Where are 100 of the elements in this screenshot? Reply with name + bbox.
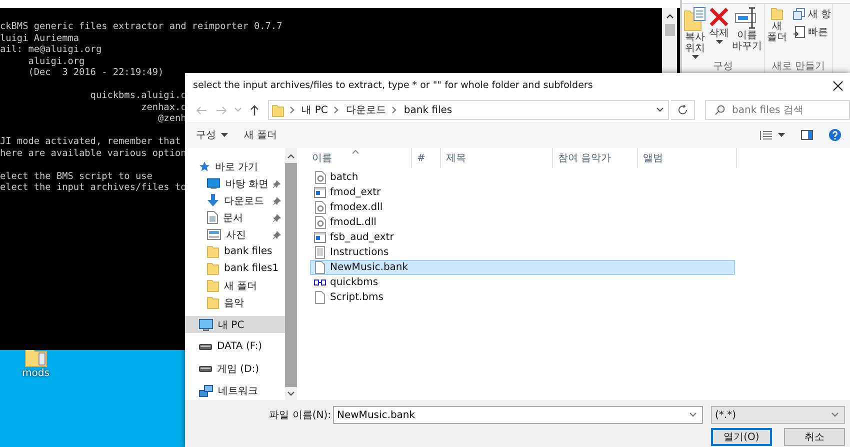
- console-line: zenhax.c: [140, 102, 186, 113]
- console-line: (Dec 3 2016 - 22:19:49): [27, 67, 164, 78]
- pin-icon: [273, 230, 281, 238]
- organize-button[interactable]: 구성: [193, 126, 231, 144]
- settings-file-icon: [314, 201, 326, 214]
- sort-caret-icon: [352, 150, 359, 154]
- folder-icon: [207, 245, 219, 258]
- nav-item[interactable]: 문서: [185, 209, 285, 226]
- folder-icon: [207, 279, 219, 292]
- chevron-icon: [288, 106, 297, 114]
- nav-item[interactable]: bank files: [185, 243, 285, 260]
- folder-icon: [207, 262, 219, 275]
- preview-pane-button[interactable]: [798, 128, 816, 142]
- column-header[interactable]: 앨범: [638, 148, 737, 168]
- console-line: ail: me@aluigi.org: [0, 44, 102, 56]
- folder-icon: [272, 104, 284, 116]
- file-item[interactable]: Instructions: [310, 245, 735, 260]
- scroll-up-icon: [666, 12, 674, 20]
- network-icon: [199, 384, 213, 396]
- monitor-icon: [199, 318, 213, 330]
- nav-item[interactable]: DATA (F:): [185, 338, 285, 355]
- file-type-dropdown[interactable]: (*.*): [711, 406, 845, 424]
- picture-icon: [207, 229, 221, 240]
- folder-icon: [207, 296, 219, 309]
- ribbon-button[interactable]: 이름 바꾸기: [731, 7, 763, 59]
- nav-item[interactable]: 게임 (D:): [185, 360, 285, 377]
- file-item[interactable]: fmodL.dll: [310, 215, 735, 230]
- new-item-icon: [793, 8, 805, 20]
- console-line: JI mode activated, remember that: [0, 136, 181, 148]
- folder-pages-icon: [684, 7, 706, 31]
- search-field[interactable]: bank files 검색: [705, 100, 850, 120]
- scroll-thumb[interactable]: [664, 24, 674, 36]
- back-arrow-icon: [196, 106, 208, 114]
- nav-item[interactable]: 음악: [185, 294, 285, 311]
- column-header[interactable]: #: [412, 148, 441, 168]
- caret-icon: [221, 133, 228, 137]
- view-list-icon: [760, 130, 773, 140]
- forward-arrow-icon: [216, 106, 227, 114]
- column-header[interactable]: 제목: [441, 148, 553, 168]
- ribbon-button[interactable]: 삭제: [708, 7, 730, 59]
- column-header[interactable]: 이름: [300, 148, 412, 168]
- file-item[interactable]: quickbms: [310, 275, 735, 290]
- folder-icon: [771, 7, 783, 20]
- group-label: 구성: [712, 60, 734, 74]
- monitor-icon: [207, 178, 220, 189]
- caret-icon: [778, 133, 785, 137]
- ribbon-button[interactable]: 새 폴더: [766, 7, 788, 59]
- pin-icon: [273, 214, 281, 222]
- nav-item[interactable]: 내 PC: [185, 316, 285, 333]
- settings-file-icon: [314, 171, 326, 184]
- console-line: quickbms.aluigi.c: [89, 90, 186, 102]
- nav-item[interactable]: 네트워크: [185, 382, 285, 399]
- ribbon-button[interactable]: 복사 위치: [683, 7, 707, 59]
- nav-item[interactable]: 바로 가기: [185, 158, 285, 175]
- nav-item[interactable]: 사진: [185, 226, 285, 243]
- caret-icon: [831, 411, 839, 419]
- nav-item[interactable]: 새 폴더: [185, 277, 285, 294]
- column-header[interactable]: 참여 음악가: [553, 148, 638, 168]
- close-icon: [833, 80, 843, 90]
- ribbon-button[interactable]: 새 항: [793, 7, 832, 21]
- file-item[interactable]: fsb_aud_extr: [310, 230, 735, 245]
- search-icon: [715, 105, 725, 115]
- breadcrumb[interactable]: 내 PC: [302, 103, 328, 117]
- breadcrumb[interactable]: 다운로드: [346, 103, 386, 117]
- file-item[interactable]: Script.bms: [310, 290, 735, 305]
- chevron-icon: [390, 106, 399, 114]
- open-button[interactable]: 열기(O): [711, 428, 772, 446]
- cancel-button[interactable]: 취소: [784, 428, 845, 446]
- drive-icon: [199, 343, 212, 350]
- caret-icon: [656, 106, 664, 114]
- pane-icon: [801, 130, 813, 140]
- refresh-button[interactable]: [671, 100, 695, 120]
- drive-icon: [199, 365, 212, 372]
- address-bar[interactable]: 내 PC 다운로드 bank files: [268, 100, 670, 120]
- file-item[interactable]: fmod_extr: [310, 185, 735, 200]
- filename-label: 파일 이름(N):: [269, 409, 331, 422]
- program-icon: [314, 279, 326, 286]
- scroll-down-icon: [287, 390, 295, 398]
- star-icon: [199, 161, 210, 172]
- group-label: 새로 만들기: [771, 60, 826, 74]
- ribbon-button[interactable]: 빠른: [793, 25, 832, 39]
- up-arrow-icon: [250, 104, 260, 116]
- caret-icon: [716, 40, 722, 44]
- file-item[interactable]: batch: [310, 170, 735, 185]
- nav-item[interactable]: bank files1: [185, 260, 285, 277]
- nav-item[interactable]: 다운로드: [185, 192, 285, 209]
- help-button[interactable]: [826, 127, 844, 143]
- console-line: ckBMS generic files extractor and reimporter 0.7.7: [0, 21, 282, 32]
- console-line: here are available various option: [0, 148, 186, 159]
- console-line: luigi Auriemma: [0, 32, 80, 44]
- caret-icon: [692, 55, 698, 59]
- nav-item[interactable]: 바탕 화면: [185, 175, 285, 192]
- help-icon: [829, 129, 841, 141]
- file-item[interactable]: NewMusic.bank: [310, 260, 735, 275]
- filename-field[interactable]: NewMusic.bank: [333, 406, 703, 424]
- program-window-icon: [314, 232, 326, 243]
- file-item[interactable]: fmodex.dll: [310, 200, 735, 215]
- program-window-icon: [314, 187, 326, 198]
- breadcrumb[interactable]: bank files: [404, 104, 452, 116]
- new-folder-button[interactable]: 새 폴더: [241, 126, 280, 144]
